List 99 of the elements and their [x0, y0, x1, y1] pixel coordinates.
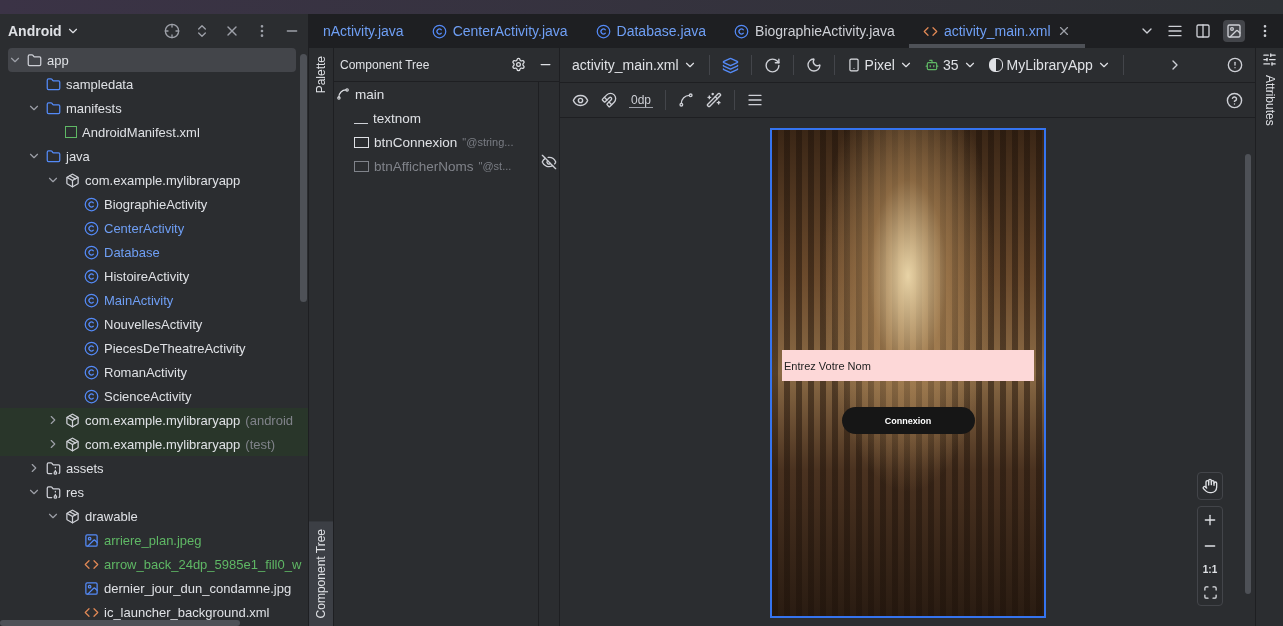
class-icon — [431, 23, 447, 39]
tree-item[interactable]: AndroidManifest.xml — [8, 120, 296, 144]
tree-item[interactable]: com.example.mylibraryapp — [8, 168, 296, 192]
pan-button[interactable] — [1197, 472, 1223, 500]
hand-icon — [1202, 478, 1218, 494]
component-item[interactable]: btnAfficherNoms "@st... — [334, 154, 538, 178]
class-icon — [84, 196, 99, 212]
tree-item[interactable]: drawable — [8, 504, 296, 528]
resource-folder-icon — [46, 460, 61, 476]
tree-item[interactable]: app — [8, 48, 296, 72]
connection-icon[interactable] — [678, 92, 695, 108]
tree-item[interactable]: java — [8, 144, 296, 168]
tree-item[interactable]: ic_launcher_background.xml — [8, 600, 296, 624]
tree-item[interactable]: PiecesDeTheatreActivity — [8, 336, 296, 360]
warning-icon[interactable] — [1227, 57, 1243, 73]
name-input-field[interactable]: Entrez Votre Nom — [782, 350, 1034, 381]
component-item[interactable]: main — [334, 82, 538, 106]
class-icon — [734, 23, 750, 39]
night-mode-icon[interactable] — [805, 57, 822, 73]
folder-icon — [46, 148, 61, 164]
tree-item[interactable]: RomanActivity — [8, 360, 296, 384]
tree-item[interactable]: CenterActivity — [8, 216, 296, 240]
connexion-button[interactable]: Connexion — [841, 407, 975, 434]
code-view-icon[interactable] — [1167, 23, 1183, 39]
scrollbar[interactable] — [1245, 154, 1251, 594]
tree-item[interactable]: assets — [8, 456, 296, 480]
class-icon — [84, 316, 99, 332]
tree-item[interactable]: NouvellesActivity — [8, 312, 296, 336]
tree-item[interactable]: arrow_back_24dp_5985e1_fill0_w — [8, 552, 302, 576]
image-file-icon — [84, 580, 99, 596]
class-icon — [84, 220, 99, 236]
tree-item[interactable]: Database — [8, 240, 296, 264]
editor-tab[interactable]: Database.java — [581, 14, 721, 48]
resource-folder-icon — [46, 484, 61, 500]
class-icon — [84, 388, 99, 404]
package-icon — [65, 508, 80, 524]
button-widget-icon — [354, 136, 369, 148]
editor-tab[interactable]: nActivity.java — [309, 14, 418, 48]
scrollbar[interactable] — [0, 620, 240, 626]
layout-file-dropdown[interactable]: activity_main.xml — [572, 57, 697, 73]
package-icon — [65, 436, 80, 452]
editor-tab[interactable]: CenterActivity.java — [417, 14, 582, 48]
help-icon[interactable] — [1226, 91, 1243, 109]
palette-tab[interactable]: Palette — [309, 48, 333, 102]
zoom-in-icon[interactable] — [1202, 512, 1218, 528]
api-level-dropdown[interactable]: 35 — [924, 57, 977, 73]
class-icon — [84, 364, 99, 380]
tree-item[interactable]: HistoireActivity — [8, 264, 296, 288]
package-icon — [65, 172, 80, 188]
phone-icon — [846, 58, 861, 72]
theme-icon — [988, 58, 1003, 72]
magnet-icon[interactable] — [601, 92, 617, 108]
attributes-tab[interactable]: Attributes — [1258, 67, 1281, 134]
button-widget-icon — [354, 160, 369, 172]
tree-item[interactable]: arriere_plan.jpeg — [8, 528, 296, 552]
component-item[interactable]: textnom — [334, 106, 538, 130]
tree-item[interactable]: dernier_jour_dun_condamne.jpg — [8, 576, 296, 600]
default-margin-button[interactable]: 0dp — [629, 92, 654, 108]
tree-item[interactable]: BiographieActivity — [8, 192, 296, 216]
scrollbar[interactable] — [300, 54, 307, 302]
fit-screen-icon[interactable] — [1202, 585, 1218, 600]
design-view-button[interactable] — [1223, 20, 1245, 42]
package-icon — [65, 412, 80, 428]
editor-tab[interactable]: activity_main.xml — [908, 14, 1085, 48]
attributes-icon[interactable] — [1262, 52, 1277, 67]
hidden-eye-icon[interactable] — [541, 154, 557, 170]
magic-wand-icon[interactable] — [706, 92, 723, 108]
panel-title: Component Tree — [340, 57, 430, 72]
class-icon — [84, 340, 99, 356]
tree-item[interactable]: res — [8, 480, 296, 504]
theme-dropdown[interactable]: MyLibraryApp — [988, 57, 1111, 73]
split-view-icon[interactable] — [1195, 23, 1211, 39]
tree-item[interactable]: manifests — [8, 96, 296, 120]
class-icon — [595, 23, 611, 39]
tree-item[interactable]: com.example.mylibraryapp (test) — [0, 432, 308, 456]
manifest-icon — [65, 126, 77, 138]
tree-item[interactable]: ScienceActivity — [8, 384, 296, 408]
tree-item[interactable]: com.example.mylibraryapp (android — [0, 408, 308, 432]
align-icon[interactable] — [747, 92, 764, 108]
component-tree-tab[interactable]: Component Tree — [309, 520, 333, 626]
class-icon — [84, 244, 99, 260]
orientation-icon[interactable] — [763, 56, 781, 74]
project-view-selector[interactable]: Android — [8, 23, 80, 39]
class-icon — [84, 292, 99, 308]
settings-icon[interactable] — [511, 57, 526, 72]
tree-item[interactable]: MainActivity — [8, 288, 296, 312]
class-icon — [84, 268, 99, 284]
folder-icon — [46, 76, 61, 92]
tree-item[interactable]: sampledata — [8, 72, 296, 96]
image-file-icon — [84, 532, 99, 548]
folder-icon — [46, 100, 61, 116]
module-folder-icon — [27, 52, 42, 68]
component-item[interactable]: btnConnexion "@string... — [334, 130, 538, 154]
image-icon — [1226, 23, 1242, 39]
layers-icon[interactable] — [721, 56, 739, 74]
device-dropdown[interactable]: Pixel — [846, 57, 913, 73]
actual-size-button[interactable]: 1:1 — [1202, 564, 1218, 575]
locate-icon[interactable] — [164, 23, 180, 39]
editor-tab[interactable]: BiographieActivity.java — [720, 14, 909, 48]
